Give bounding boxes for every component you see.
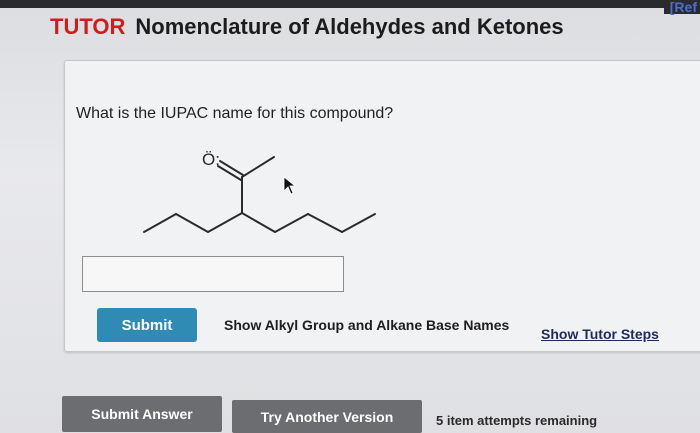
carbonyl-double-bond-b	[217, 165, 242, 181]
bond-left-1	[207, 212, 243, 233]
bond-left-3	[143, 213, 177, 233]
mouse-cursor-icon	[283, 176, 297, 195]
bond-right-1	[241, 212, 276, 233]
molecule-structure: Ö:	[143, 150, 376, 233]
bond-right-2	[274, 213, 309, 233]
bond-methyl	[241, 156, 275, 178]
show-tutor-steps-link[interactable]: Show Tutor Steps	[541, 326, 659, 342]
question-prompt: What is the IUPAC name for this compound…	[76, 105, 394, 122]
show-alkyl-names-link[interactable]: Show Alkyl Group and Alkane Base Names	[224, 317, 509, 333]
tutor-page: [Ref TUTOR Nomenclature of Aldehydes and …	[0, 0, 700, 433]
try-another-version-button[interactable]: Try Another Version	[232, 400, 422, 433]
oxygen-label: Ö:	[202, 150, 220, 169]
tutor-label: TUTOR	[50, 14, 126, 39]
submit-answer-button[interactable]: Submit Answer	[62, 396, 222, 432]
top-bar	[0, 0, 700, 8]
attempts-remaining: 5 item attempts remaining	[436, 413, 598, 428]
page-title: TUTOR Nomenclature of Aldehydes and Keton…	[50, 14, 564, 40]
bond-right-4	[341, 213, 376, 233]
submit-button[interactable]: Submit	[97, 308, 197, 342]
bond-left-2	[175, 213, 209, 233]
bond-right-3	[307, 213, 343, 233]
carbonyl-double-bond-a	[219, 160, 244, 176]
references-link[interactable]: [Ref	[663, 0, 700, 14]
answer-input[interactable]	[82, 256, 344, 292]
tutor-title: Nomenclature of Aldehydes and Ketones	[135, 14, 564, 39]
